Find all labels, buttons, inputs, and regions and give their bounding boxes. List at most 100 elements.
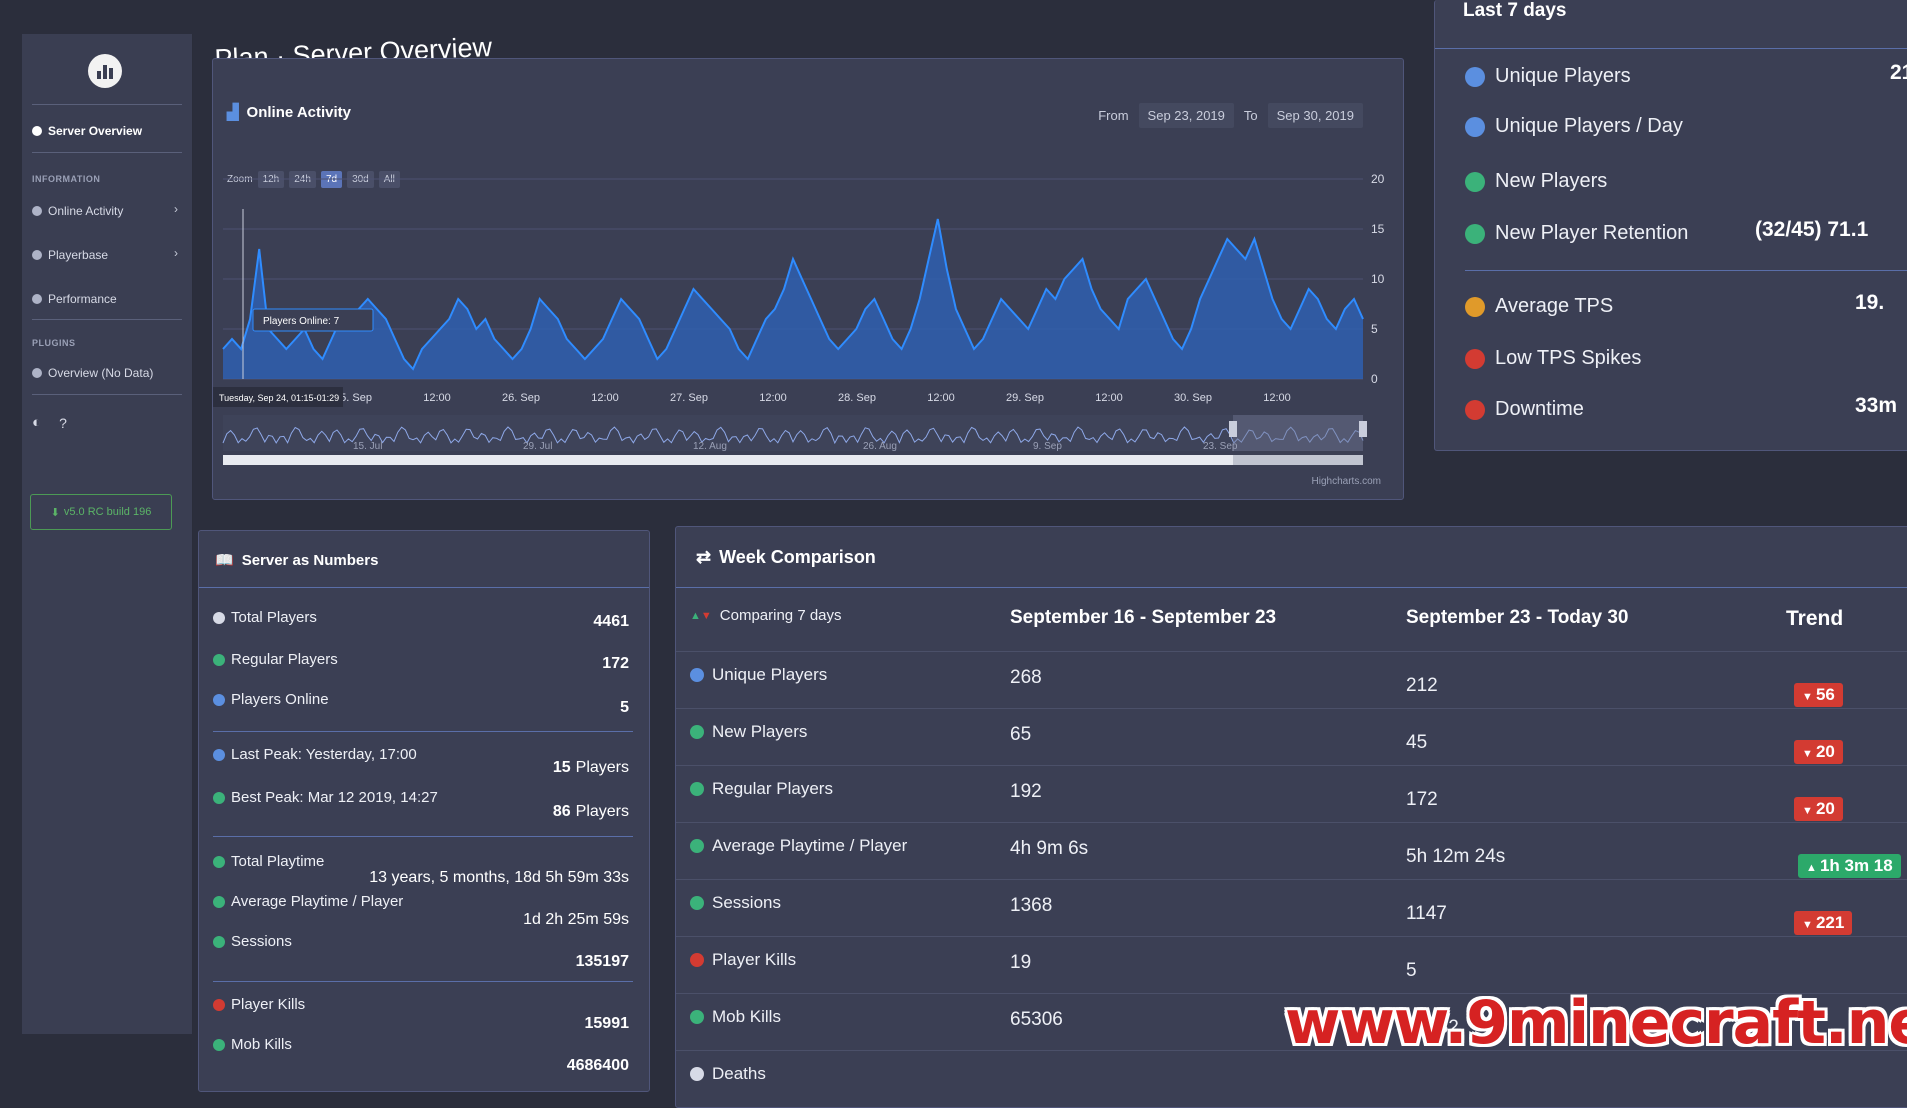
numbers-row: Best Peak: Mar 12 2019, 14:27 — [213, 789, 438, 806]
numbers-value: 15991 — [584, 1015, 630, 1032]
users-icon — [690, 725, 704, 739]
plan-logo-icon[interactable] — [88, 54, 122, 88]
sidebar-item-performance[interactable]: Performance — [32, 292, 117, 306]
x-tick-label: 12:00 — [927, 392, 955, 404]
user-icon — [1465, 116, 1485, 137]
numbers-value: 15 Players — [552, 759, 629, 776]
caret-up-icon: ▲ — [1806, 862, 1820, 874]
online-activity-chart[interactable]: 0510152025. Sep 12:00 26. Sep 12:00 27. Sep 1… — [213, 59, 1403, 499]
crosshairs-icon — [690, 1010, 704, 1024]
clock-icon — [213, 855, 225, 868]
tooltip-text: Players Online: 7 — [263, 316, 340, 327]
users-icon — [213, 653, 225, 666]
trend-badge: ▼ 20 — [1794, 797, 1843, 821]
help-icon[interactable]: ? — [59, 415, 67, 431]
highcharts-credit: Highcharts.com — [1311, 476, 1381, 487]
last7-row: New Players — [1465, 170, 1607, 193]
chevron-right-icon: › — [174, 246, 178, 260]
week-cell-previous: 65 — [1010, 724, 1032, 745]
week-cell-previous: 268 — [1010, 667, 1042, 688]
column-header-trend: Trend — [1786, 607, 1844, 630]
navigator-scrollbar-thumb[interactable] — [1233, 455, 1363, 465]
version-button[interactable]: ⬇ v5.0 RC build 196 — [30, 494, 172, 530]
sidebar-item-plugins-overview[interactable]: Overview (No Data) — [32, 366, 153, 380]
chart-line-icon — [213, 791, 225, 804]
last7-row: Unique Players — [1465, 65, 1631, 88]
navigator-label: 29. Jul — [523, 441, 552, 452]
comparing-label: ▲▼ Comparing 7 days — [690, 607, 842, 624]
numbers-value: 86 Players — [552, 803, 629, 820]
gauge-icon — [1465, 296, 1485, 317]
book-icon: 📖 — [215, 552, 234, 569]
section-information: INFORMATION — [32, 174, 101, 184]
numbers-value: 13 years, 5 months, 18d 5h 59m 33s — [369, 869, 629, 886]
numbers-row: Last Peak: Yesterday, 17:00 — [213, 746, 417, 763]
users-icon — [213, 611, 225, 624]
numbers-value: 1d 2h 25m 59s — [523, 911, 629, 928]
calendar-icon — [690, 896, 704, 910]
last7-row: New Player Retention — [1465, 222, 1688, 245]
x-tick-label: 28. Sep — [838, 392, 876, 404]
clock-icon — [690, 839, 704, 853]
cogs-icon — [32, 294, 42, 304]
week-row-label: Unique Players — [690, 665, 827, 685]
last-7-days-card: Last 7 days Unique Players 21 Unique Playe… — [1434, 0, 1907, 451]
navigator-label: 9. Sep — [1033, 441, 1062, 452]
caret-down-icon: ▼ — [1802, 919, 1816, 931]
numbers-value: 135197 — [575, 953, 629, 970]
last7-value: 21 — [1890, 61, 1907, 84]
week-cell-previous: 65306 — [1010, 1009, 1063, 1030]
week-row-label: Mob Kills — [690, 1007, 781, 1027]
tooltip-header: Tuesday, Sep 24, 01:15-01:29 — [219, 393, 339, 403]
numbers-row: Regular Players — [213, 651, 338, 668]
info-icon — [32, 126, 42, 136]
week-row-label: Regular Players — [690, 779, 833, 799]
column-header-previous-week: September 16 - September 23 — [1010, 607, 1277, 628]
week-cell-previous: 192 — [1010, 781, 1042, 802]
week-cell-current: 1147 — [1406, 903, 1447, 924]
palette-icon[interactable]: ◐ — [32, 414, 41, 431]
clock-icon — [213, 895, 225, 908]
numbers-row: Average Playtime / Player — [213, 893, 403, 910]
server-numbers-title: 📖 Server as Numbers — [215, 551, 379, 570]
navigator-scrollbar[interactable] — [223, 455, 1363, 465]
navigator-selection[interactable] — [1233, 415, 1363, 451]
y-tick-label: 5 — [1371, 322, 1378, 336]
numbers-row: Sessions — [213, 933, 292, 950]
numbers-value: 4686400 — [566, 1057, 629, 1074]
exchange-icon: ⇄ — [696, 547, 712, 567]
sidebar-item-server-overview[interactable]: Server Overview — [32, 124, 142, 138]
users-icon — [32, 250, 42, 260]
numbers-value: 4461 — [593, 613, 629, 630]
trend-arrows-icon: ▲▼ — [690, 609, 712, 622]
y-tick-label: 20 — [1371, 172, 1385, 186]
week-row-label: New Players — [690, 722, 807, 742]
numbers-row: Player Kills — [213, 996, 305, 1013]
users-icon — [1465, 171, 1485, 192]
y-tick-label: 10 — [1371, 272, 1385, 286]
week-cell-previous: 1368 — [1010, 895, 1053, 916]
trend-badge: ▼ 221 — [1794, 911, 1853, 935]
navigator-left-handle[interactable] — [1229, 421, 1237, 437]
sidebar-item-playerbase[interactable]: Playerbase — [32, 248, 108, 262]
x-tick-label: 29. Sep — [1006, 392, 1044, 404]
x-tick-label: 12:00 — [1263, 392, 1291, 404]
last7-value: (32/45) 71.1 — [1755, 218, 1869, 241]
last7-row: Unique Players / Day — [1465, 115, 1683, 138]
week-row-label: Deaths — [690, 1064, 766, 1084]
navigator-right-handle[interactable] — [1359, 421, 1367, 437]
section-plugins: PLUGINS — [32, 338, 76, 348]
sidebar-item-online-activity[interactable]: Online Activity — [32, 204, 123, 218]
trend-badge: ▲ 1h 3m 18 — [1798, 854, 1901, 878]
x-tick-label: 27. Sep — [670, 392, 708, 404]
cubes-icon — [32, 368, 42, 378]
week-cell-current: 45 — [1406, 732, 1428, 753]
week-cell-current: 5 — [1406, 960, 1417, 981]
crosshairs-icon — [213, 1038, 225, 1051]
user-icon — [213, 693, 225, 706]
crosshairs-icon — [690, 953, 704, 967]
week-cell-previous: 4h 9m 6s — [1010, 838, 1089, 859]
week-cell-current: 172 — [1406, 789, 1438, 810]
last7-value: 19. — [1855, 291, 1885, 314]
week-cell-current: 5h 12m 24s — [1406, 846, 1506, 867]
